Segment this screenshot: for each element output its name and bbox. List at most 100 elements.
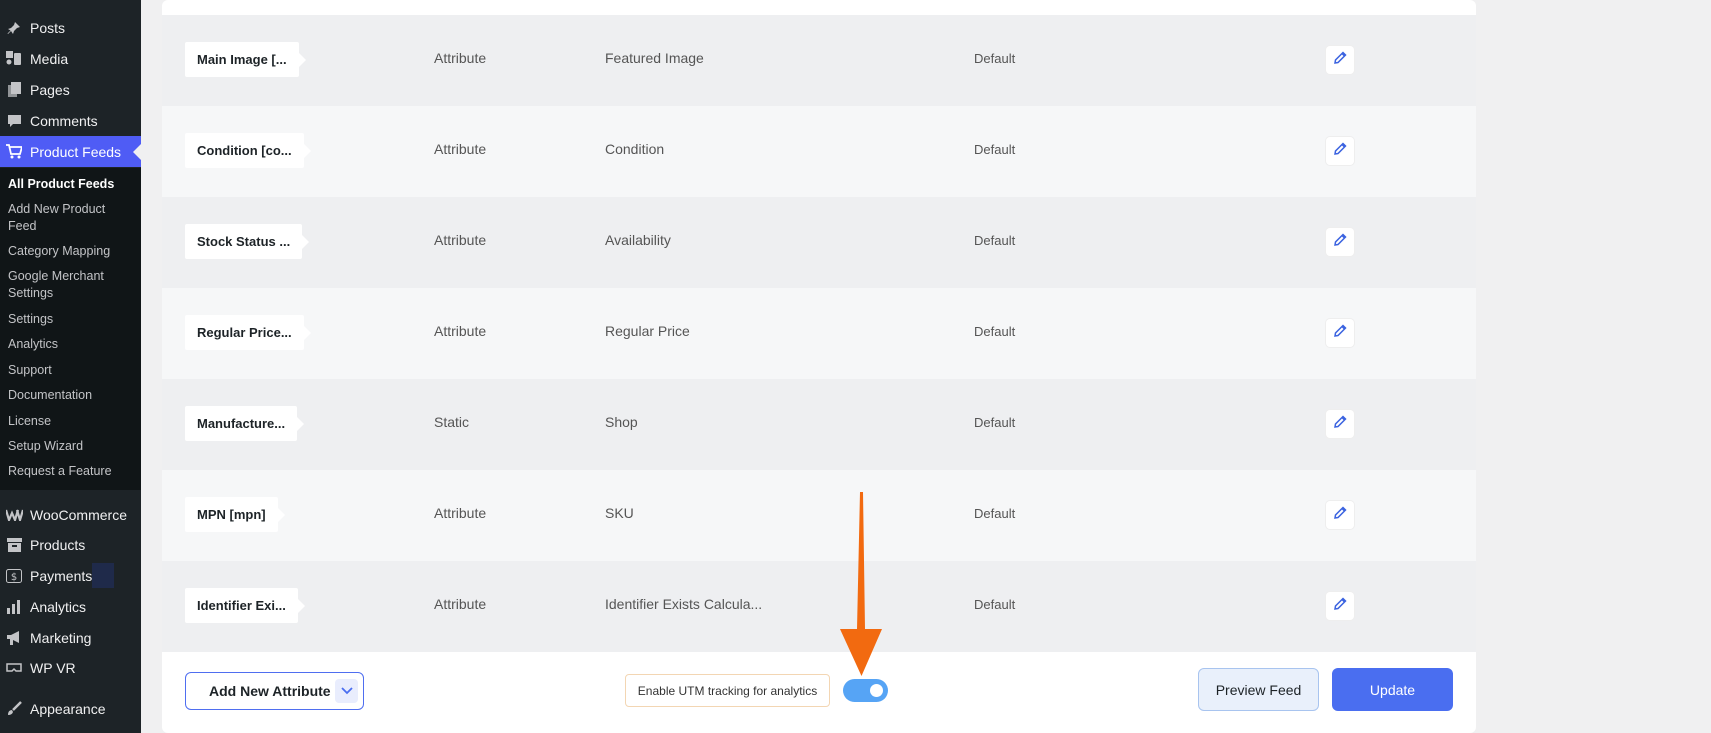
menu-analytics-label: Analytics [30,598,87,615]
submenu-setup-wizard[interactable]: Setup Wizard [8,438,136,455]
edit-button[interactable] [1326,137,1354,165]
attribute-value[interactable]: Condition [605,141,664,157]
menu-pages-label: Pages [30,81,70,98]
attribute-value[interactable]: SKU [605,505,634,521]
chevron-down-icon[interactable] [335,679,358,703]
menu-posts-label: Posts [30,19,66,36]
pencil-icon [1333,232,1347,252]
pencil-icon [1333,50,1347,70]
attribute-value[interactable]: Featured Image [605,50,704,66]
attribute-type[interactable]: Attribute [434,505,486,521]
pencil-icon [1333,414,1347,434]
menu-marketing-label: Marketing [30,629,92,646]
pencil-icon [1333,596,1347,616]
menu-products[interactable]: Products [0,529,141,560]
attribute-mode: Default [974,415,1016,430]
menu-woocommerce[interactable]: WooCommerce [0,499,141,530]
edit-button[interactable] [1326,228,1354,256]
pages-icon [5,81,23,99]
megaphone-icon [5,629,23,647]
attribute-tag[interactable]: Identifier Exi... [185,588,298,623]
menu-product-feeds[interactable]: Product Feeds [0,136,141,167]
comment-icon [5,112,23,130]
woo-icon [5,506,23,524]
payments-badge [92,563,114,588]
update-button[interactable]: Update [1332,668,1453,711]
submenu-settings[interactable]: Settings [8,311,136,328]
submenu-documentation[interactable]: Documentation [8,387,136,404]
submenu-add-new-product-feed[interactable]: Add New Product Feed [8,201,136,235]
attribute-mode: Default [974,233,1016,248]
menu-appearance-label: Appearance [30,700,106,717]
attribute-value[interactable]: Shop [605,414,638,430]
submenu-category-mapping[interactable]: Category Mapping [8,243,136,260]
attribute-tag[interactable]: Manufacture... [185,406,298,441]
menu-wp-vr-label: WP VR [30,659,76,676]
menu-product-feeds-label: Product Feeds [30,143,122,160]
menu-analytics[interactable]: Analytics [0,591,141,622]
attribute-type[interactable]: Attribute [434,596,486,612]
attribute-tag[interactable]: Main Image [... [185,42,299,77]
menu-products-label: Products [30,536,86,553]
bar-chart-icon [5,598,23,616]
submenu-analytics[interactable]: Analytics [8,336,136,353]
utm-tracking-toggle[interactable] [843,679,888,702]
attribute-type[interactable]: Static [434,414,469,430]
table-row: Identifier Exi... Attribute Identifier E… [162,561,1476,652]
attribute-type[interactable]: Attribute [434,141,486,157]
attribute-value[interactable]: Regular Price [605,323,690,339]
box-icon [5,536,23,554]
brush-icon [5,700,23,718]
dollar-icon: $ [5,567,23,585]
menu-payments-label: Payments [30,567,93,584]
submenu-all-product-feeds[interactable]: All Product Feeds [8,176,136,193]
menu-pages[interactable]: Pages [0,74,141,105]
edit-button[interactable] [1326,592,1354,620]
admin-sidebar: Posts Media Pages Comments Product Feeds… [0,0,141,733]
vr-icon [5,659,23,677]
menu-appearance[interactable]: Appearance [0,693,141,724]
edit-button[interactable] [1326,501,1354,529]
preview-feed-button[interactable]: Preview Feed [1198,668,1319,711]
add-new-attribute-label: Add New Attribute [209,683,331,699]
attribute-mode: Default [974,324,1016,339]
edit-button[interactable] [1326,46,1354,74]
submenu-google-merchant-settings[interactable]: Google Merchant Settings [8,268,136,302]
table-row: MPN [mpn] Attribute SKU Default [162,470,1476,561]
attribute-type[interactable]: Attribute [434,50,486,66]
menu-media[interactable]: Media [0,43,141,74]
toggle-knob [870,684,883,697]
attribute-mode: Default [974,597,1016,612]
menu-comments-label: Comments [30,112,98,129]
menu-media-label: Media [30,50,69,67]
attribute-value[interactable]: Identifier Exists Calcula... [605,596,762,612]
attribute-tag[interactable]: Regular Price... [185,315,304,350]
table-row: Main Image [... Attribute Featured Image… [162,15,1476,106]
menu-comments[interactable]: Comments [0,105,141,136]
svg-text:$: $ [11,572,17,583]
menu-wp-vr[interactable]: WP VR [0,652,141,683]
add-new-attribute-button[interactable]: Add New Attribute [185,672,364,710]
menu-posts[interactable]: Posts [0,12,141,43]
table-row: Regular Price... Attribute Regular Price… [162,288,1476,379]
attribute-value[interactable]: Availability [605,232,671,248]
table-row: Condition [co... Attribute Condition Def… [162,106,1476,197]
table-row: Manufacture... Static Shop Default [162,379,1476,470]
menu-marketing[interactable]: Marketing [0,622,141,653]
attribute-type[interactable]: Attribute [434,323,486,339]
annotation-arrow-icon [840,492,882,676]
submenu-license[interactable]: License [8,413,136,430]
attribute-type[interactable]: Attribute [434,232,486,248]
edit-button[interactable] [1326,319,1354,347]
attribute-tag[interactable]: Stock Status ... [185,224,303,259]
menu-payments[interactable]: $ Payments [0,560,141,591]
attribute-mode: Default [974,142,1016,157]
submenu-request-a-feature[interactable]: Request a Feature [8,463,136,480]
attribute-tag[interactable]: Condition [co... [185,133,304,168]
attribute-tag[interactable]: MPN [mpn] [185,497,278,532]
product-feeds-submenu: All Product Feeds Add New Product Feed C… [0,168,141,490]
pencil-icon [1333,323,1347,343]
attribute-mode: Default [974,506,1016,521]
submenu-support[interactable]: Support [8,362,136,379]
edit-button[interactable] [1326,410,1354,438]
